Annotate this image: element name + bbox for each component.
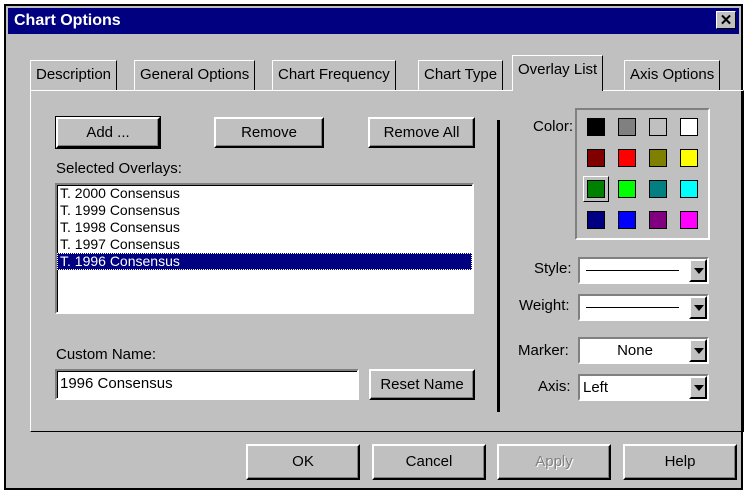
color-swatch[interactable] [680,118,698,136]
list-item[interactable]: T. 1998 Consensus [57,219,472,236]
color-picker [575,108,710,240]
color-swatch[interactable] [649,149,667,167]
tab-chart-frequency[interactable]: Chart Frequency [272,60,396,90]
color-swatch[interactable] [587,211,605,229]
style-select[interactable] [578,257,709,284]
help-button[interactable]: Help [623,444,737,480]
color-swatch[interactable] [649,211,667,229]
color-swatch[interactable] [680,211,698,229]
list-item-selected[interactable]: T. 1996 Consensus [57,253,472,270]
color-swatch[interactable] [583,176,609,202]
marker-value: None [617,342,653,359]
tab-description[interactable]: Description [30,60,118,90]
marker-label: Marker: [518,342,569,359]
color-swatch[interactable] [649,180,667,198]
reset-name-button[interactable]: Reset Name [369,369,475,400]
color-swatch[interactable] [680,149,698,167]
line-weight-preview [586,307,679,308]
list-item[interactable]: T. 1999 Consensus [57,202,472,219]
cancel-button-label: Cancel [405,453,453,470]
add-button[interactable]: Add ... [55,116,161,149]
color-swatch[interactable] [649,118,667,136]
weight-label: Weight: [519,297,570,314]
tab-overlay-list[interactable]: Overlay List [512,55,604,91]
style-label: Style: [534,260,572,277]
selected-overlays-label: Selected Overlays: [56,160,182,177]
tab-axis-options[interactable]: Axis Options [624,60,721,90]
marker-select[interactable]: None [578,337,709,364]
help-button-label: Help [664,453,696,470]
remove-all-button-label: Remove All [383,124,460,141]
chevron-down-icon[interactable] [689,376,707,399]
color-swatch[interactable] [587,118,605,136]
list-item[interactable]: T. 1997 Consensus [57,236,472,253]
line-style-preview [586,270,679,271]
ok-button-label: OK [292,453,314,470]
chevron-down-icon[interactable] [689,259,707,282]
remove-all-button[interactable]: Remove All [368,117,475,148]
axis-value: Left [583,379,609,396]
panel-divider [497,120,500,412]
chevron-down-icon[interactable] [689,296,707,319]
apply-button[interactable]: Apply [497,444,611,480]
list-item[interactable]: T. 2000 Consensus [57,185,472,202]
axis-label: Axis: [538,378,571,395]
tab-general-options[interactable]: General Options [134,60,256,90]
color-swatch[interactable] [618,118,636,136]
color-swatch[interactable] [618,180,636,198]
color-swatch[interactable] [618,211,636,229]
title-bar: Chart Options ✕ [8,8,739,34]
reset-name-button-label: Reset Name [380,376,464,393]
custom-name-field[interactable]: 1996 Consensus [55,369,359,400]
color-label: Color: [533,118,574,135]
add-button-label: Add ... [86,124,130,141]
chevron-down-icon[interactable] [689,339,707,362]
apply-button-label: Apply [535,453,573,470]
custom-name-label: Custom Name: [56,346,157,363]
remove-button-label: Remove [241,124,297,141]
color-swatch[interactable] [618,149,636,167]
close-icon[interactable]: ✕ [716,11,736,29]
window-title: Chart Options [14,12,121,29]
color-swatch[interactable] [680,180,698,198]
weight-select[interactable] [578,294,709,321]
ok-button[interactable]: OK [246,444,360,480]
color-swatch[interactable] [587,149,605,167]
remove-button[interactable]: Remove [214,117,324,148]
selected-overlays-list[interactable]: T. 2000 Consensus T. 1999 Consensus T. 1… [55,183,474,314]
tab-chart-type[interactable]: Chart Type [418,60,504,90]
cancel-button[interactable]: Cancel [372,444,486,480]
axis-select[interactable]: Left [578,374,709,401]
